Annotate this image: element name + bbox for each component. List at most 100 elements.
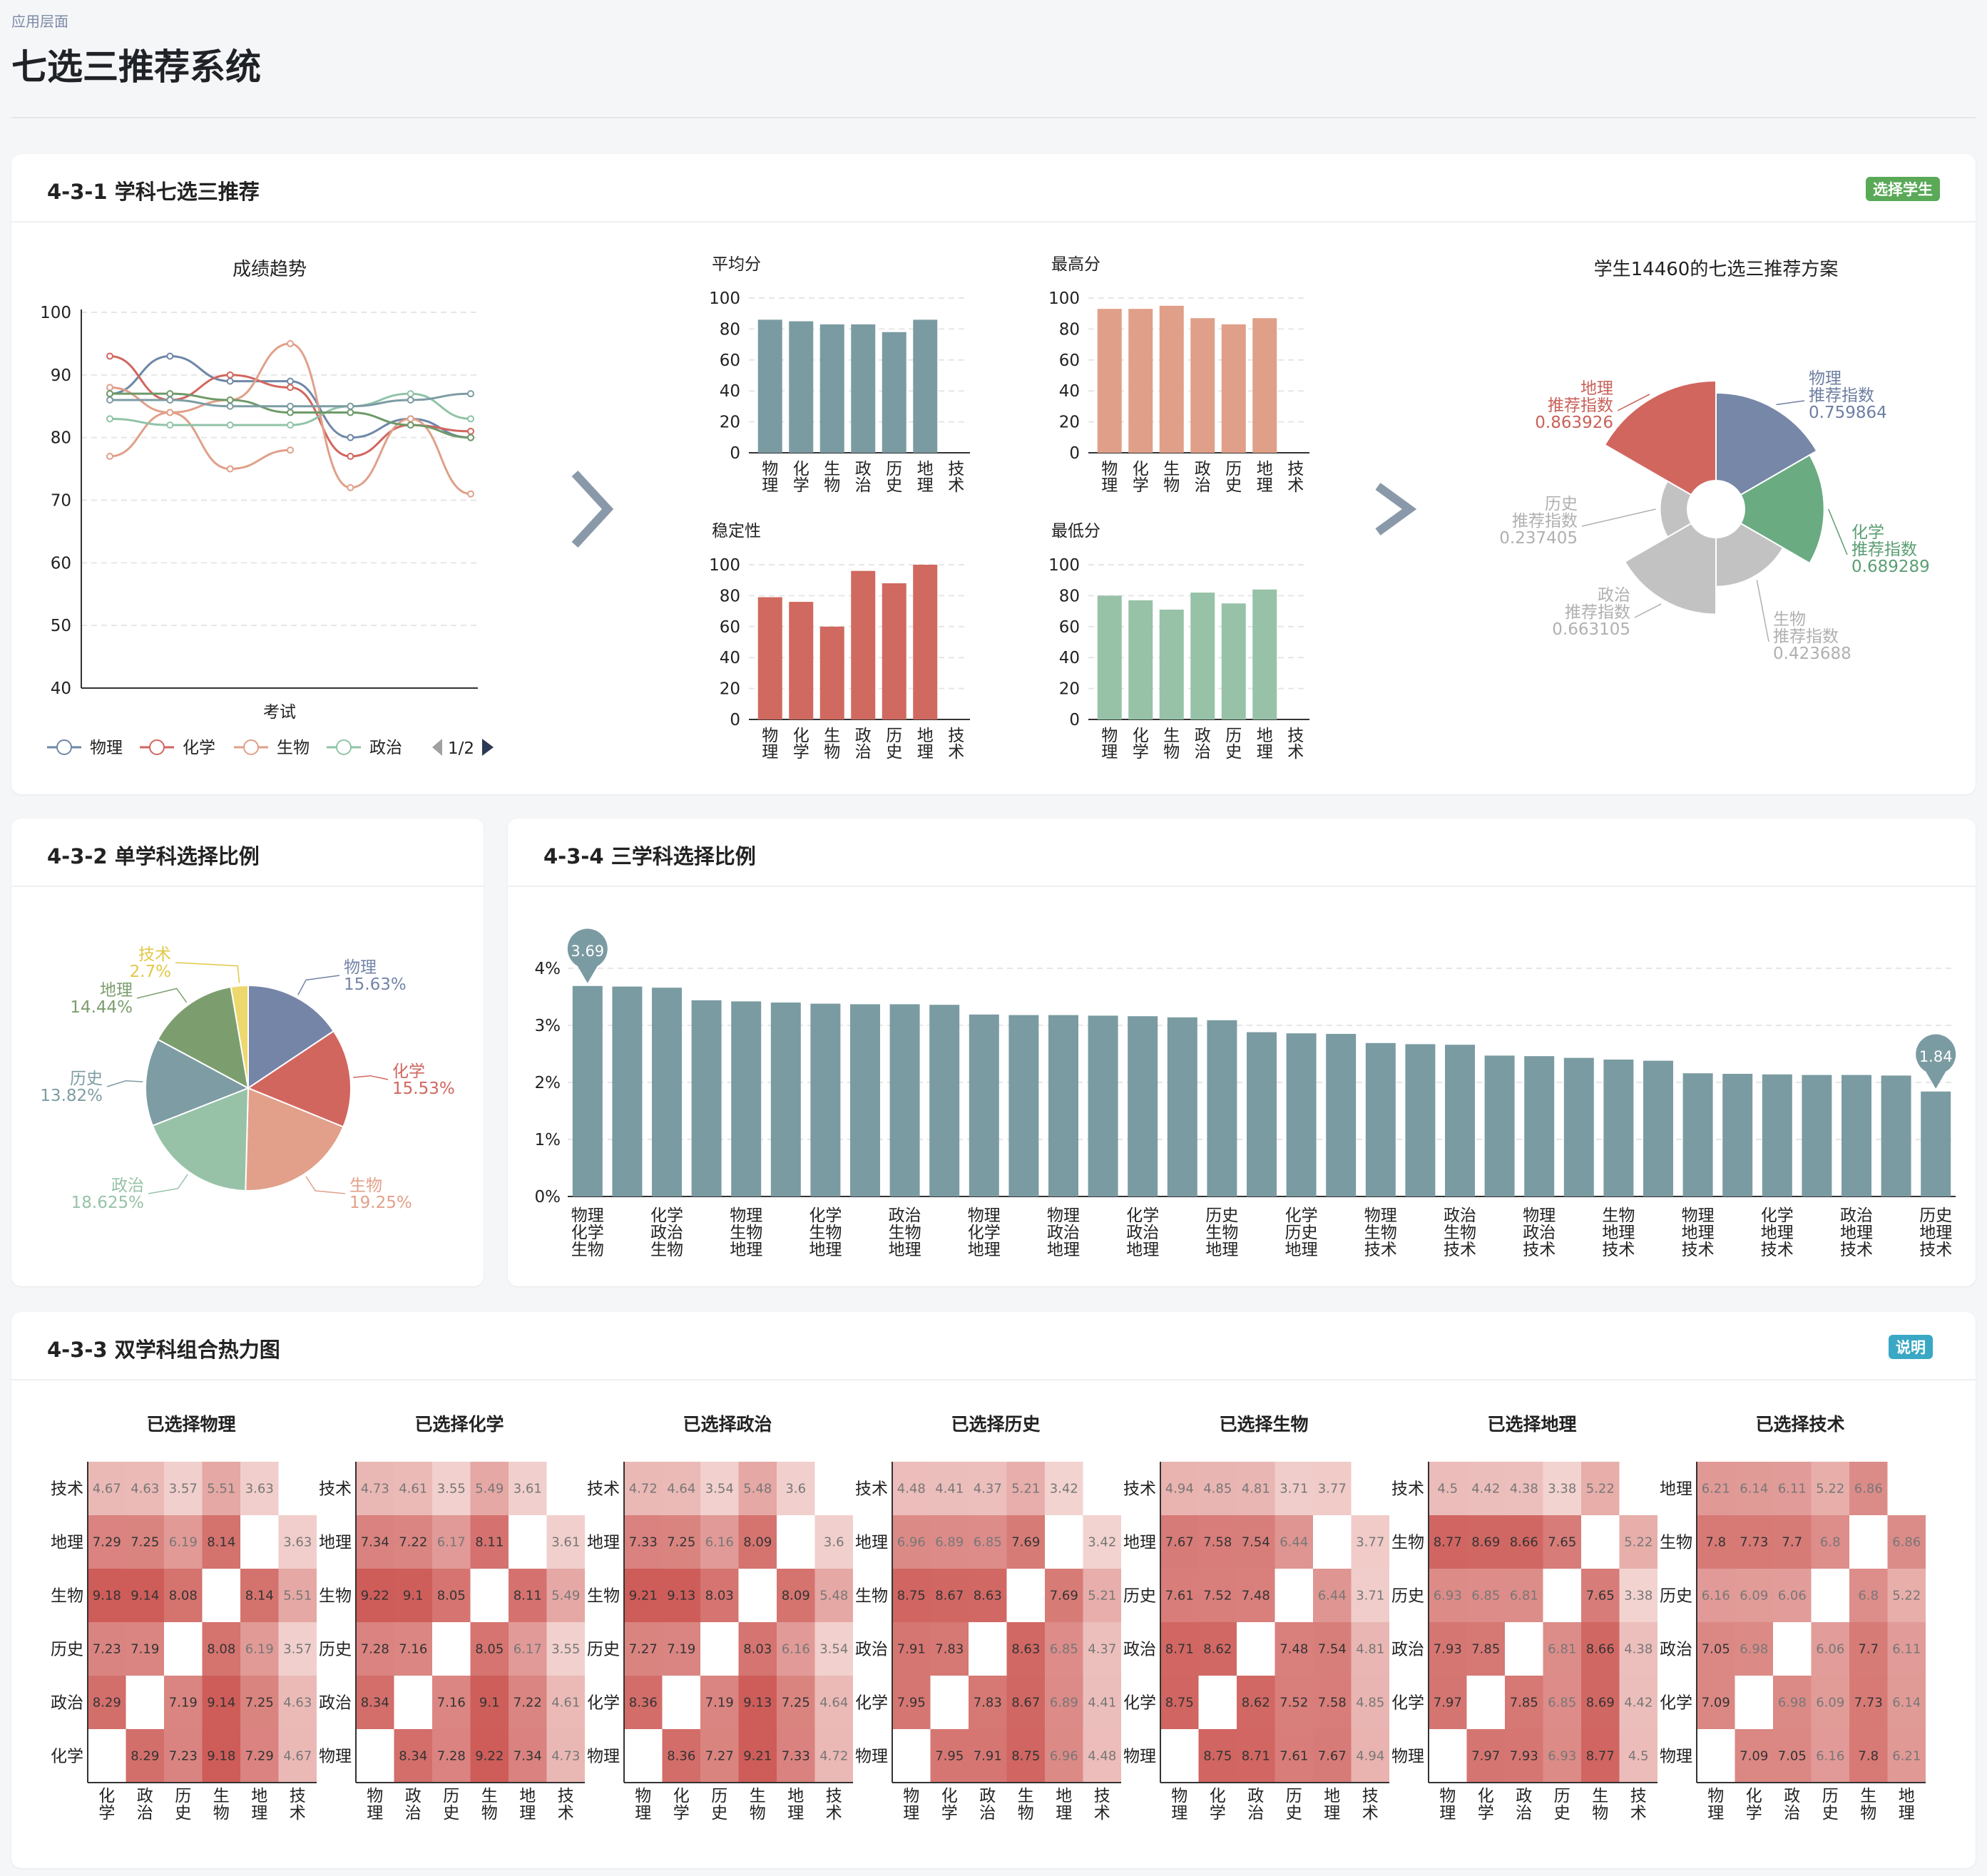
data-point: [106, 352, 113, 360]
bar: [1762, 1074, 1792, 1196]
row-label: 政治: [319, 1694, 352, 1713]
cell-value: 7.83: [974, 1696, 1002, 1711]
cell-value: 7.65: [1586, 1589, 1615, 1604]
cell-value: 8.66: [1586, 1642, 1615, 1657]
y-tick-label: 40: [1059, 382, 1080, 401]
bar: [1247, 1032, 1277, 1196]
card-recommend: 4-3-1 学科七选三推荐 选择学生 成绩趋势 40 50 60 70 80 90 100 考试…: [11, 154, 1976, 794]
cell-value: 8.14: [207, 1535, 235, 1550]
single-subject-pie: 物理15.63% 化学15.53% 生物19.25% 政治18.625% 历史13.82…: [40, 945, 454, 1212]
cell-value: 7.93: [1434, 1642, 1462, 1657]
col-label: 治: [137, 1804, 153, 1823]
x-tick-label: 历史: [1919, 1206, 1952, 1225]
col-label: 治: [979, 1804, 996, 1823]
prev-page-icon[interactable]: [432, 739, 442, 756]
cell-value: 3.6: [824, 1535, 844, 1550]
cell-value: 6.96: [897, 1535, 926, 1550]
row-label: 化学: [1123, 1694, 1156, 1713]
cell-value: 6.11: [1778, 1482, 1807, 1497]
col-label: 化: [673, 1787, 690, 1805]
col-label: 物: [635, 1787, 651, 1805]
col-label: 化: [1210, 1787, 1226, 1805]
bar: [1405, 1044, 1436, 1196]
x-tick-label: 政治: [650, 1224, 683, 1242]
cell-value: 7.61: [1165, 1589, 1194, 1604]
cell-value: 4.64: [667, 1482, 695, 1497]
bar: [1445, 1045, 1475, 1196]
cell-value: 6.85: [974, 1535, 1002, 1550]
cell-value: 9.22: [475, 1749, 504, 1764]
cell-value: 8.75: [1203, 1749, 1232, 1764]
cell-value: 9.14: [207, 1696, 235, 1711]
bar: [929, 1005, 960, 1196]
y-tick-label: 60: [1059, 352, 1080, 370]
cell-value: 7.33: [629, 1535, 658, 1550]
row-label: 地理: [587, 1534, 620, 1552]
cell-value: 4.38: [1510, 1482, 1538, 1497]
cell-value: 5.51: [283, 1589, 312, 1604]
cell-value: 5.22: [1816, 1482, 1844, 1497]
cell-value: 6.85: [1471, 1589, 1500, 1604]
bar: [1921, 1091, 1951, 1196]
data-point: [467, 490, 474, 498]
cell-value: 8.05: [475, 1642, 504, 1657]
data-point: [287, 409, 294, 416]
col-label: 化: [98, 1787, 115, 1805]
bar: [851, 570, 876, 719]
label-leader: [175, 962, 240, 983]
col-label: 史: [1554, 1804, 1570, 1823]
x-tick-label: 历史: [1205, 1206, 1238, 1225]
x-tick-label: 政治: [889, 1206, 921, 1225]
heatmap-title: 已选择生物: [1219, 1414, 1308, 1435]
card-heatmap: 4-3-3 双学科组合热力图 说明 已选择物理 技术 4.67 4.63 3.57 5.5…: [11, 1312, 1976, 1868]
data-point: [467, 434, 474, 441]
cell-value: 8.36: [629, 1696, 658, 1711]
col-label: 学: [941, 1804, 958, 1823]
cell-value: 4.48: [897, 1482, 926, 1497]
col-label: 物: [750, 1804, 766, 1823]
x-tick-label: 理: [762, 476, 778, 495]
x-tick-label: 物理: [1047, 1206, 1080, 1225]
y-tick-label: 100: [1048, 556, 1080, 575]
cell-value: 7.19: [705, 1696, 734, 1711]
cell-value: 7.22: [399, 1535, 427, 1550]
data-point: [166, 390, 174, 398]
page-title: 七选三推荐系统: [11, 46, 261, 88]
y-tick-label: 80: [720, 587, 740, 605]
cell-value: 7.91: [974, 1749, 1002, 1764]
cell-value: 6.89: [1050, 1696, 1078, 1711]
breadcrumb[interactable]: 应用层面: [11, 10, 68, 31]
x-tick-label: 物: [824, 743, 840, 762]
next-page-icon[interactable]: [482, 739, 494, 756]
y-tick-label: 0: [730, 444, 740, 463]
cell-value: 7.54: [1318, 1642, 1347, 1657]
cell-value: 9.21: [629, 1589, 658, 1604]
label-leader: [1634, 603, 1662, 618]
x-tick-label: 化学: [571, 1224, 604, 1242]
bar: [1722, 1074, 1753, 1196]
col-label: 物: [1018, 1804, 1034, 1823]
cell-value: 6.14: [1892, 1696, 1921, 1711]
cell-value: 7.8: [1705, 1535, 1726, 1550]
col-label: 物: [213, 1804, 230, 1823]
y-tick-label: 100: [40, 304, 71, 322]
col-label: 物: [1860, 1804, 1876, 1823]
cell-value: 7.69: [1011, 1535, 1040, 1550]
legend-pager: 1/2: [448, 739, 474, 758]
cell-value: 8.75: [897, 1589, 926, 1604]
cell-value: 7.95: [897, 1696, 926, 1711]
cell-value: 7.16: [399, 1642, 427, 1657]
x-tick-label: 治: [855, 743, 872, 762]
x-tick-label: 技术: [1682, 1241, 1715, 1259]
cell-value: 6.93: [1548, 1749, 1576, 1764]
col-label: 学: [1746, 1804, 1762, 1823]
cell-value: 8.69: [1471, 1535, 1500, 1550]
cell-value: 4.85: [1203, 1482, 1232, 1497]
x-tick-label: 政治: [1047, 1224, 1080, 1242]
y-tick-label: 20: [1059, 414, 1080, 432]
x-tick-label: 理: [762, 743, 778, 762]
cell-value: 5.51: [207, 1482, 235, 1497]
row-label: 地理: [1123, 1534, 1156, 1552]
x-tick-label: 理: [1101, 743, 1118, 762]
bar: [1048, 1015, 1078, 1196]
